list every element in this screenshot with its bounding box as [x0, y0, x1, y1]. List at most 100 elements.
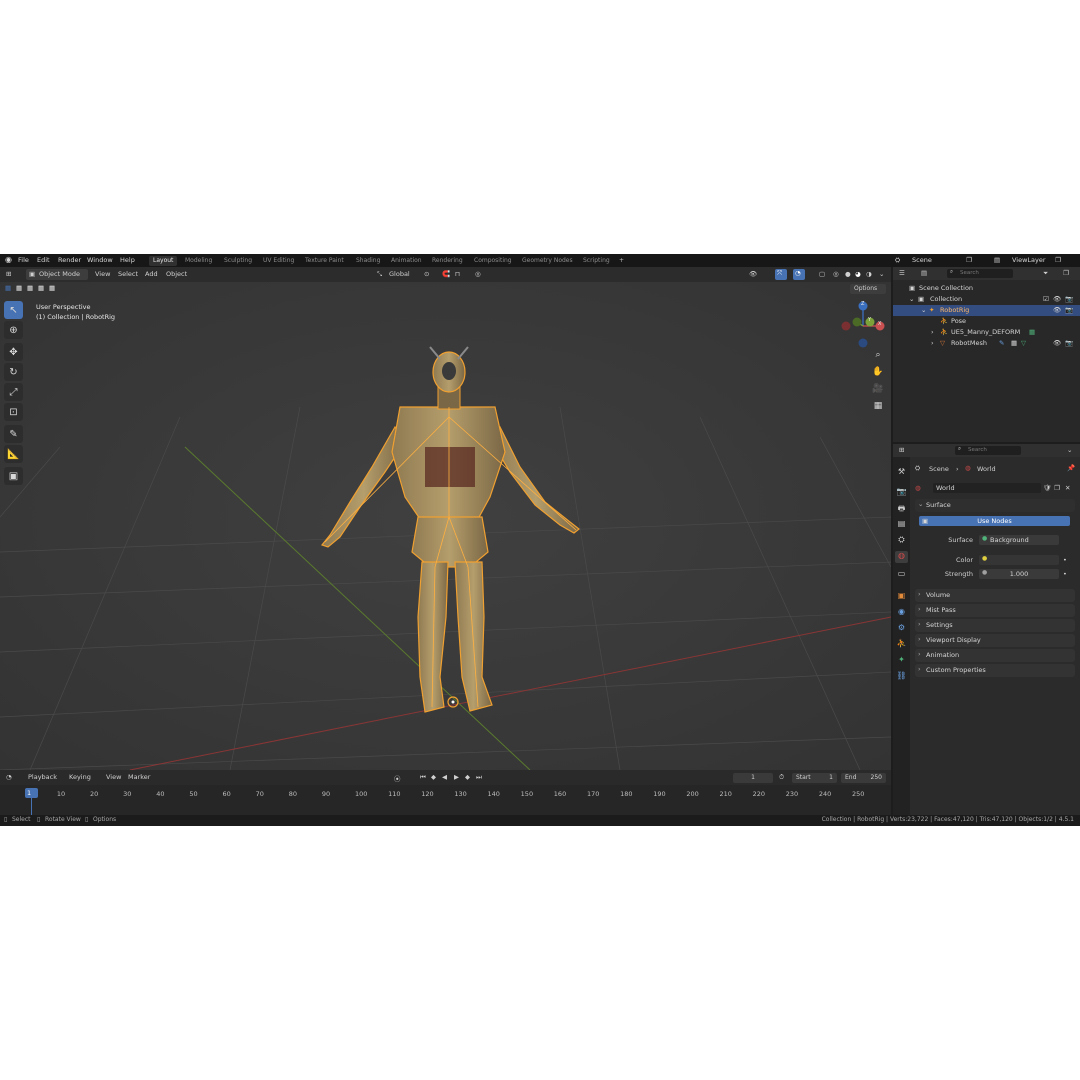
rendered-shading-icon[interactable]: ◑	[866, 270, 872, 278]
outliner-row-armature-data[interactable]: › ⛹ UE5_Manny_DEFORM ▦	[893, 327, 1080, 338]
auto-keying-icon[interactable]: ⦿	[394, 773, 401, 783]
play-reverse-icon[interactable]: ◀	[442, 773, 447, 781]
menu-window[interactable]: Window	[87, 256, 113, 264]
world-name-field[interactable]: World	[933, 483, 1041, 493]
view-layer-tab-icon[interactable]: ▤	[895, 519, 908, 531]
current-frame-field[interactable]: 1	[733, 773, 773, 783]
proportional-editing-icon[interactable]: ◎	[475, 270, 481, 278]
select-intersect-icon[interactable]: ▦	[49, 284, 55, 292]
editor-type-icon[interactable]: ⊞	[6, 270, 11, 278]
scene-tab-icon[interactable]: ⛭	[895, 535, 908, 547]
stopwatch-icon[interactable]: ⏱	[779, 773, 784, 782]
menu-edit[interactable]: Edit	[37, 256, 50, 264]
snap-target-icon[interactable]: ⊓	[455, 270, 460, 278]
visibility-eye-icon[interactable]: 👁	[1053, 295, 1061, 303]
viewport-scene[interactable]	[0, 267, 891, 770]
visibility-eye-icon[interactable]: 👁	[1053, 339, 1061, 347]
world-datablock-icon[interactable]: ◍	[915, 484, 921, 492]
fake-user-icon[interactable]: 🛡	[1043, 484, 1051, 492]
filter-icon[interactable]: ⏷	[1043, 269, 1048, 278]
end-frame-field[interactable]: End 250	[841, 773, 886, 783]
menu-playback[interactable]: Playback	[28, 773, 57, 781]
scene-icon[interactable]: ⛭	[895, 256, 900, 265]
tab-uv-editing[interactable]: UV Editing	[259, 256, 298, 266]
view-layer-icon[interactable]: ▤	[994, 256, 1000, 264]
object-tab-icon[interactable]: ▣	[895, 591, 908, 603]
outliner[interactable]: ☰ ▤ ⌕ Search ⏷ ❐ ▣ Scene Collection ⌄ ▣ …	[893, 267, 1080, 442]
expand-arrow-icon[interactable]: ›	[931, 339, 934, 347]
object-data-tab-icon[interactable]: ⛹	[895, 639, 908, 651]
surface-shader-field[interactable]: ● Background	[979, 535, 1059, 545]
menu-help[interactable]: Help	[120, 256, 135, 264]
expand-arrow-icon[interactable]: ⌄	[909, 295, 914, 303]
view-layer-name[interactable]: ViewLayer	[1012, 256, 1046, 264]
timeline-editor-icon[interactable]: ◔	[6, 773, 12, 781]
new-scene-icon[interactable]: ❐	[966, 256, 972, 264]
viewport-display-panel[interactable]: › Viewport Display	[915, 634, 1075, 647]
jump-keyframe-forward-icon[interactable]: ◆	[465, 773, 470, 781]
collection-tab-icon[interactable]: ▭	[895, 569, 908, 581]
transform-tool-icon[interactable]: ⊡	[4, 403, 23, 421]
surface-panel-header[interactable]: ⌄ Surface	[915, 499, 1075, 512]
outliner-row-robotrig[interactable]: ⌄ ✦ RobotRig 👁 📷	[893, 305, 1080, 316]
tab-rendering[interactable]: Rendering	[428, 256, 467, 266]
material-shading-icon[interactable]: ◕	[855, 270, 861, 278]
menu-file[interactable]: File	[18, 256, 29, 264]
add-cube-tool-icon[interactable]: ▣	[4, 467, 23, 485]
pin-icon[interactable]: 📌	[1067, 464, 1075, 472]
start-frame-field[interactable]: Start 1	[792, 773, 837, 783]
add-workspace-button[interactable]: +	[615, 256, 628, 266]
menu-keying[interactable]: Keying	[69, 773, 91, 781]
outliner-row-collection[interactable]: ⌄ ▣ Collection ☑ 👁 📷	[893, 294, 1080, 305]
measure-tool-icon[interactable]: 📐	[4, 445, 23, 463]
tab-sculpting[interactable]: Sculpting	[220, 256, 256, 266]
menu-object[interactable]: Object	[166, 270, 187, 278]
exclude-checkbox-icon[interactable]: ☑	[1043, 295, 1049, 303]
select-box-mode-icon[interactable]: ▦	[5, 284, 11, 292]
options-chevron-icon[interactable]: ⌄	[1067, 446, 1072, 454]
jump-end-icon[interactable]: ⏭	[476, 773, 482, 782]
transform-orientation-dropdown[interactable]: Global	[389, 270, 410, 278]
jump-keyframe-back-icon[interactable]: ◆	[431, 773, 436, 781]
menu-timeline-view[interactable]: View	[106, 773, 121, 781]
outliner-search-input[interactable]: ⌕ Search	[947, 269, 1013, 278]
tab-texture-paint[interactable]: Texture Paint	[301, 256, 348, 266]
tool-tab-icon[interactable]: ⚒	[895, 467, 908, 479]
color-swatch-field[interactable]: ●	[979, 555, 1059, 565]
settings-panel[interactable]: › Settings	[915, 619, 1075, 632]
display-mode-icon[interactable]: ▤	[921, 269, 927, 277]
menu-marker[interactable]: Marker	[128, 773, 150, 781]
options-dropdown[interactable]: Options	[850, 284, 886, 294]
unlink-world-icon[interactable]: ✕	[1065, 484, 1070, 492]
scale-tool-icon[interactable]: ⤢	[4, 383, 23, 401]
shading-options-icon[interactable]: ⌄	[879, 270, 884, 278]
render-tab-icon[interactable]: 📷	[895, 487, 908, 499]
menu-add[interactable]: Add	[145, 270, 158, 278]
strength-field[interactable]: ● 1.000	[979, 569, 1059, 579]
select-invert-icon[interactable]: ▦	[38, 284, 44, 292]
visibility-eye-icon[interactable]: 👁	[1053, 306, 1061, 314]
outliner-row-robotmesh[interactable]: › ▽ RobotMesh ✎ ▦ ▽ 👁 📷	[893, 338, 1080, 349]
new-view-layer-icon[interactable]: ❐	[1055, 256, 1061, 264]
cursor-tool-icon[interactable]: ⊕	[4, 321, 23, 339]
outliner-editor-icon[interactable]: ☰	[899, 269, 905, 277]
bone-tab-icon[interactable]: ✦	[895, 655, 908, 667]
3d-viewport[interactable]: ⊞ ▣ Object Mode View Select Add Object ⤡…	[0, 267, 891, 770]
menu-select[interactable]: Select	[118, 270, 138, 278]
properties-editor[interactable]: ⊞ ⌕ Search ⌄ ⚒ 📷 🖶 ▤ ⛭ ◍ ▭ ▣ ◉ ⚙ ⛹ ✦ ⛓ ⛭…	[893, 444, 1080, 815]
world-tab-icon[interactable]: ◍	[895, 551, 908, 563]
volume-panel[interactable]: › Volume	[915, 589, 1075, 602]
mode-dropdown[interactable]: ▣ Object Mode	[26, 269, 88, 280]
menu-render[interactable]: Render	[58, 256, 81, 264]
annotate-tool-icon[interactable]: ✎	[4, 425, 23, 443]
blender-logo-icon[interactable]: ◉	[5, 255, 12, 264]
snap-icon[interactable]: 🧲	[442, 270, 450, 278]
keyframe-dot-icon[interactable]: •	[1063, 570, 1067, 578]
tab-shading[interactable]: Shading	[352, 256, 384, 266]
custom-properties-panel[interactable]: › Custom Properties	[915, 664, 1075, 677]
output-tab-icon[interactable]: 🖶	[895, 503, 908, 515]
tab-animation[interactable]: Animation	[387, 256, 426, 266]
rotate-tool-icon[interactable]: ↻	[4, 363, 23, 381]
timeline[interactable]: ◔ Playback Keying View Marker ⦿ ⏮ ◆ ◀ ▶ …	[0, 770, 891, 815]
scene-name[interactable]: Scene	[912, 256, 932, 264]
